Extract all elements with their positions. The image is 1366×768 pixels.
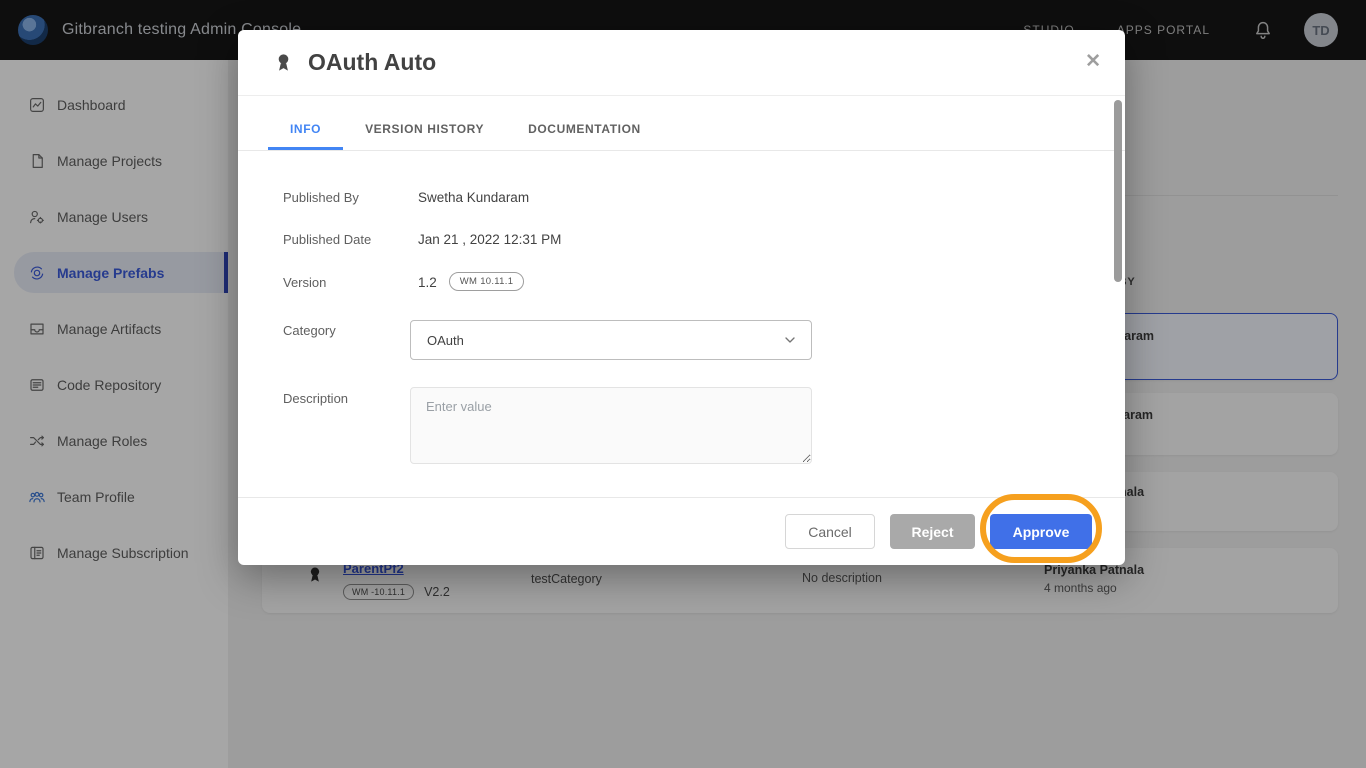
field-version: Version 1.2 WM 10.11.1 <box>283 275 524 294</box>
field-value: Jan 21 , 2022 12:31 PM <box>418 232 561 247</box>
prefab-detail-modal: OAuth Auto ✕ INFO VERSION HISTORY DOCUME… <box>238 30 1125 565</box>
modal-header: OAuth Auto ✕ <box>238 30 1125 96</box>
category-select[interactable]: OAuth <box>410 320 812 360</box>
modal-footer: Cancel Reject Approve <box>238 497 1125 565</box>
field-value: 1.2 <box>418 275 437 294</box>
reject-button[interactable]: Reject <box>890 514 975 549</box>
wm-version-badge: WM 10.11.1 <box>449 272 525 291</box>
category-selected-value: OAuth <box>427 333 782 348</box>
chevron-down-icon <box>782 332 798 348</box>
approve-button[interactable]: Approve <box>990 514 1092 549</box>
prefab-ribbon-icon <box>272 49 295 77</box>
modal-scrollbar[interactable] <box>1114 100 1122 282</box>
tabs-divider <box>238 150 1125 151</box>
field-label: Version <box>283 275 418 294</box>
tab-info[interactable]: INFO <box>268 122 343 150</box>
close-icon[interactable]: ✕ <box>1085 52 1101 71</box>
modal-title: OAuth Auto <box>308 49 436 76</box>
tab-version-history[interactable]: VERSION HISTORY <box>343 122 506 150</box>
field-label: Description <box>283 391 418 406</box>
field-label: Published By <box>283 190 418 205</box>
field-label: Published Date <box>283 232 418 247</box>
description-textarea[interactable] <box>410 387 812 464</box>
modal-tabs: INFO VERSION HISTORY DOCUMENTATION <box>268 122 1125 150</box>
tab-documentation[interactable]: DOCUMENTATION <box>506 122 663 150</box>
field-published-date: Published Date Jan 21 , 2022 12:31 PM <box>283 232 561 247</box>
field-published-by: Published By Swetha Kundaram <box>283 190 529 205</box>
cancel-button[interactable]: Cancel <box>785 514 875 549</box>
field-value: Swetha Kundaram <box>418 190 529 205</box>
field-category: Category <box>283 323 418 338</box>
field-label: Category <box>283 323 418 338</box>
screen: Gitbranch testing Admin Console STUDIO A… <box>0 0 1366 768</box>
field-description: Description <box>283 391 418 406</box>
